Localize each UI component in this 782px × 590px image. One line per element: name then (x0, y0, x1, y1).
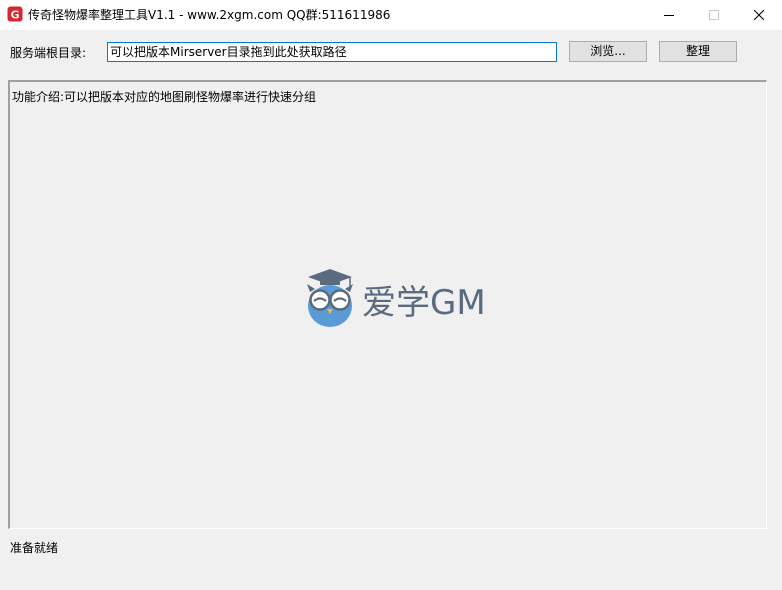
browse-button[interactable]: 浏览... (569, 41, 647, 62)
app-logo-icon: G (7, 6, 23, 22)
minimize-button[interactable] (646, 0, 692, 30)
root-path-input[interactable]: 可以把版本Mirserver目录拖到此处获取路径 (107, 42, 557, 62)
feature-intro-text: 功能介绍:可以把版本对应的地图刷怪物爆率进行快速分组 (12, 90, 317, 104)
maximize-button (691, 0, 737, 30)
organize-button[interactable]: 整理 (659, 41, 737, 62)
close-icon (754, 10, 764, 20)
app-logo-letter: G (10, 9, 19, 22)
window-title: 传奇怪物爆率整理工具V1.1 - www.2xgm.com QQ群:511611… (28, 8, 391, 22)
close-button[interactable] (736, 0, 782, 30)
root-directory-label: 服务端根目录: (10, 46, 87, 60)
owl-mascot-icon (307, 269, 353, 327)
watermark-logo: 爱学GM (307, 269, 486, 327)
status-text: 准备就绪 (10, 541, 59, 555)
minimize-icon (664, 15, 674, 16)
maximize-icon (709, 10, 719, 20)
watermark-text: 爱学GM (362, 283, 486, 323)
main-panel: 功能介绍:可以把版本对应的地图刷怪物爆率进行快速分组 爱学GM (8, 80, 767, 529)
title-bar: G 传奇怪物爆率整理工具V1.1 - www.2xgm.com QQ群:5116… (0, 0, 782, 30)
